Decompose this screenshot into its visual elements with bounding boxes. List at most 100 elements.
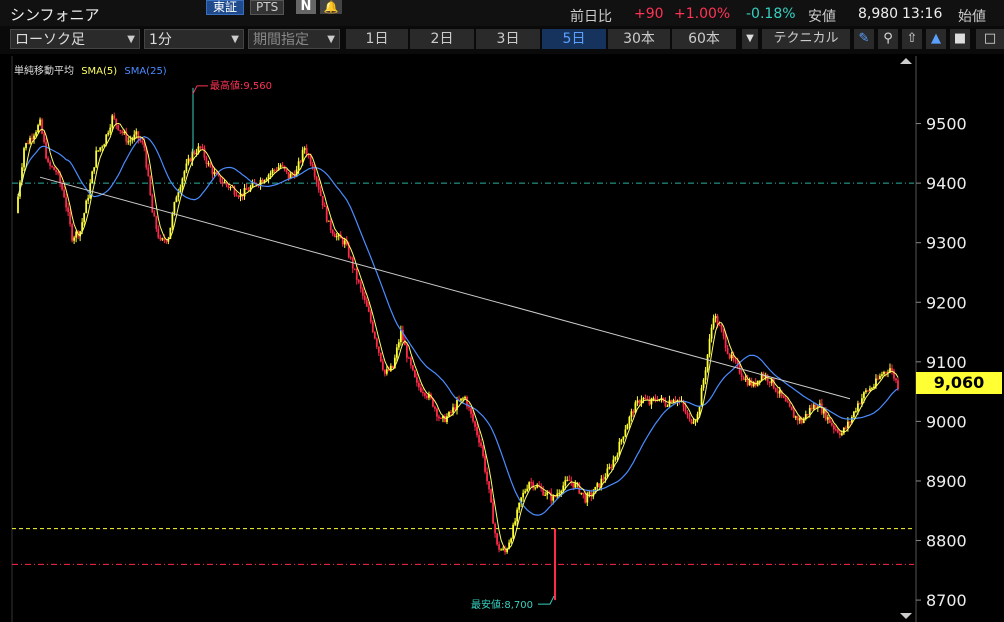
tab-timeframe-1[interactable]: 1日	[346, 29, 408, 49]
save-icon[interactable]: ■	[950, 29, 970, 49]
candle-body-78	[173, 202, 176, 214]
tab-timeframe-60[interactable]: 60本	[672, 29, 736, 49]
chart-type-select[interactable]: ローソク足 ▼	[10, 29, 140, 49]
candle-body-299	[616, 455, 619, 457]
candle-body-293	[604, 476, 607, 480]
candle-body-72	[161, 238, 164, 240]
tab-timeframe-5[interactable]: 5日	[542, 29, 606, 49]
candle-body-20	[57, 171, 59, 174]
candle-body-182	[381, 361, 384, 370]
technical-button[interactable]: テクニカル	[762, 29, 850, 49]
candle-body-292	[602, 478, 605, 480]
y-tick-label: 8700	[926, 591, 967, 610]
candle-body-4	[25, 143, 27, 149]
chevron-down-icon: ▼	[327, 34, 335, 45]
chevron-down-icon[interactable]: ▼	[742, 29, 758, 49]
candle-body-409	[836, 429, 839, 433]
low-value: 8,980	[858, 6, 899, 22]
tab-timeframe-2[interactable]: 2日	[410, 29, 474, 49]
candle-body-25	[67, 207, 70, 212]
candle-body-356	[730, 354, 733, 359]
candle-body-199	[416, 377, 418, 383]
y-tick-label: 9100	[926, 353, 967, 372]
candle-body-12	[41, 119, 43, 134]
candle-body-383	[784, 397, 787, 402]
candle-body-347	[712, 318, 715, 328]
interval-select[interactable]: 1分 ▼	[144, 29, 244, 49]
export-icon[interactable]: ⇧	[902, 29, 922, 49]
candle-body-109	[235, 194, 238, 197]
change-value: +90	[634, 6, 664, 22]
candle-body-200	[418, 382, 420, 388]
candle-body-23	[63, 189, 66, 198]
candle-body-432	[883, 372, 885, 375]
candle-body-380	[778, 390, 781, 394]
candle-body-74	[165, 240, 168, 242]
candle-body-47	[111, 115, 114, 128]
candle-body-234	[486, 471, 488, 482]
candle-body-333	[684, 406, 687, 413]
candle-body-236	[490, 489, 492, 503]
candle-body-65	[147, 167, 150, 177]
candle-body-216	[450, 411, 452, 413]
price-chart[interactable]: 8700 8800 8900 9000 9100 9200 9300 9400 9500 最高値:…	[0, 56, 1004, 622]
candle-body-174	[365, 300, 368, 307]
chevron-down-icon: ▼	[127, 34, 135, 45]
area-chart-icon[interactable]: ▲	[926, 29, 946, 49]
candle-body-24	[65, 197, 68, 208]
candle-body-7	[31, 137, 33, 140]
candle-body-378	[774, 388, 777, 392]
pts-button[interactable]: PTS	[250, 0, 285, 15]
candle-body-274	[566, 479, 569, 481]
candle-body-358	[734, 359, 737, 362]
candle-body-395	[808, 407, 811, 415]
candle-body-0	[17, 196, 19, 213]
candle-body-69	[155, 216, 158, 229]
copy-icon[interactable]: □	[976, 29, 1004, 49]
candle-body-223	[464, 396, 466, 399]
pencil-icon[interactable]: ✎	[854, 29, 874, 49]
candle-body-247	[512, 524, 515, 539]
candle-body-59	[135, 131, 138, 135]
period-select[interactable]: 期間指定 ▼	[248, 29, 340, 49]
candle-body-180	[377, 346, 380, 353]
exchange-badge[interactable]: 東証	[206, 0, 245, 15]
candle-body-407	[832, 425, 835, 430]
candle-body-375	[768, 381, 771, 384]
candle-body-398	[814, 404, 817, 409]
candle-body-70	[157, 228, 160, 238]
candle-body-171	[359, 282, 362, 289]
candle-body-336	[690, 419, 693, 424]
candle-body-95	[207, 163, 210, 165]
candle-body-197	[412, 365, 414, 371]
candle-body-190	[397, 342, 400, 348]
tab-timeframe-30[interactable]: 30本	[608, 29, 670, 49]
candle-body-204	[426, 395, 428, 398]
candle-body-189	[395, 347, 398, 358]
news-button[interactable]: N	[296, 0, 316, 14]
candle-body-14	[45, 142, 47, 159]
candle-body-178	[373, 331, 376, 339]
candle-body-354	[726, 347, 729, 354]
candle-body-289	[596, 483, 599, 487]
candle-body-128	[273, 169, 276, 171]
candle-body-384	[786, 401, 789, 403]
candle-body-258	[534, 487, 537, 489]
candle-body-150	[317, 182, 320, 190]
open-label: 始値	[958, 9, 986, 25]
candle-body-135	[287, 172, 290, 179]
candle-body-302	[622, 436, 625, 440]
bell-icon[interactable]: 🔔	[320, 0, 342, 14]
candle-body-256	[530, 482, 533, 484]
candle-body-143	[303, 148, 306, 150]
candle-body-127	[271, 169, 274, 174]
candle-body-170	[357, 279, 360, 283]
candle-body-390	[798, 418, 801, 421]
candle-body-406	[830, 422, 833, 426]
zoom-icon[interactable]: ⚲	[878, 29, 898, 49]
candle-body-414	[846, 421, 849, 428]
candle-body-344	[706, 354, 709, 371]
tab-timeframe-3[interactable]: 3日	[476, 29, 540, 49]
candle-body-250	[518, 502, 521, 510]
candle-body-421	[861, 398, 863, 404]
